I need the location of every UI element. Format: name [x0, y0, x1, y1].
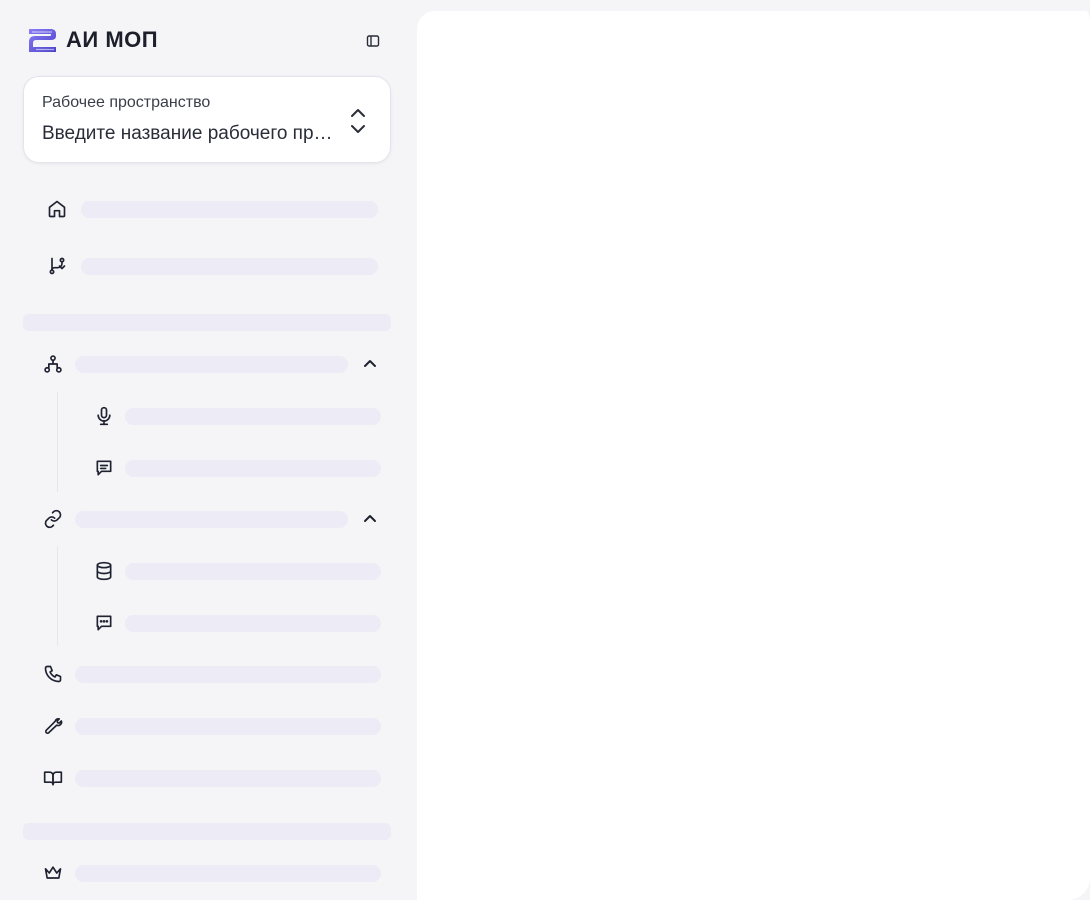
nav-group-network-label-placeholder: [75, 356, 348, 373]
nav-subitem-messages-label-placeholder: [125, 460, 381, 477]
nav-subitem-chat-label-placeholder: [125, 615, 381, 632]
phone-icon: [44, 665, 62, 683]
home-icon: [48, 200, 66, 218]
nav-subitem-voice-label-placeholder: [125, 408, 381, 425]
brand-logo[interactable]: АИ МОП: [26, 25, 158, 55]
brand-logo-icon: [29, 29, 56, 52]
wrench-icon: [45, 717, 63, 734]
nav-item-home-label-placeholder: [81, 201, 378, 218]
tree-guide-line: [57, 546, 58, 646]
app-window: АИ МОП Рабочее пространство Введите назв…: [0, 0, 1090, 900]
nav-item-calls-label-placeholder: [75, 666, 381, 683]
sidebar-toggle-icon: [366, 35, 380, 47]
sidebar-collapse-button[interactable]: [362, 30, 384, 52]
chevron-up-icon[interactable]: [361, 510, 379, 528]
nav-item-branches-label-placeholder: [81, 258, 378, 275]
section-header-placeholder: [23, 314, 391, 331]
network-icon: [44, 355, 62, 373]
section-header-placeholder: [23, 823, 391, 840]
chevron-up-icon[interactable]: [361, 355, 379, 373]
link-icon: [44, 509, 62, 529]
brand-name: АИ МОП: [66, 27, 159, 52]
main-content-panel: [417, 11, 1090, 900]
message-dots-icon: [96, 615, 112, 631]
nav-item-tools-label-placeholder: [75, 718, 381, 735]
crown-icon: [44, 866, 62, 879]
nav-item-premium-label-placeholder: [75, 865, 381, 882]
book-icon: [43, 771, 63, 786]
workspace-label: Рабочее пространство: [42, 94, 211, 111]
sidebar: АИ МОП Рабочее пространство Введите назв…: [0, 0, 410, 900]
nav-item-knowledge-label-placeholder: [75, 770, 381, 787]
nav-subitem-database-label-placeholder: [125, 563, 381, 580]
message-square-icon: [96, 460, 112, 476]
git-branch-icon: [49, 257, 66, 275]
nav-group-integrations-label-placeholder: [75, 511, 348, 528]
chevrons-up-down-icon: [351, 109, 365, 133]
microphone-icon: [97, 406, 111, 426]
workspace-selector[interactable]: Рабочее пространство Введите название ра…: [23, 76, 391, 163]
tree-guide-line: [57, 392, 58, 492]
workspace-name-placeholder: Введите название рабочего пространства: [42, 123, 334, 144]
database-icon: [96, 561, 112, 581]
